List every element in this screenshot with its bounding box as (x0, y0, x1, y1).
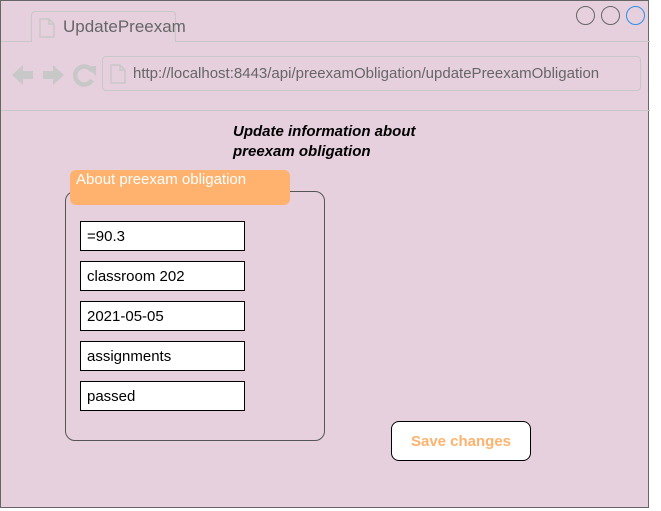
status-field[interactable] (80, 381, 245, 411)
tab-title: UpdatePreexam (63, 17, 186, 36)
score-field[interactable] (80, 221, 245, 251)
location-field[interactable] (80, 261, 245, 291)
back-arrow-icon[interactable] (12, 65, 33, 85)
navigation-buttons (11, 63, 97, 94)
save-changes-button[interactable]: Save changes (391, 421, 531, 461)
date-field[interactable] (80, 301, 245, 331)
refresh-icon[interactable] (73, 64, 96, 87)
type-field[interactable] (80, 341, 245, 371)
browser-window: UpdatePreexam http://localhost:8443/api/… (0, 0, 650, 508)
document-icon (38, 18, 56, 43)
url-text[interactable]: http://localhost:8443/api/preexamObligat… (133, 65, 599, 82)
document-icon (109, 64, 127, 89)
maximize-circle-icon[interactable] (601, 6, 620, 25)
toolbar-divider (1, 110, 650, 111)
section-label: About preexam obligation (70, 170, 290, 205)
page-title: Update information about preexam obligat… (233, 123, 416, 160)
browser-tab[interactable]: UpdatePreexam (31, 11, 186, 43)
minimize-circle-icon[interactable] (576, 6, 595, 25)
address-bar[interactable]: http://localhost:8443/api/preexamObligat… (102, 56, 641, 91)
tab-divider-right (175, 41, 650, 42)
tab-divider-left (1, 41, 32, 42)
forward-arrow-icon[interactable] (43, 65, 64, 85)
close-circle-icon[interactable] (626, 6, 645, 25)
